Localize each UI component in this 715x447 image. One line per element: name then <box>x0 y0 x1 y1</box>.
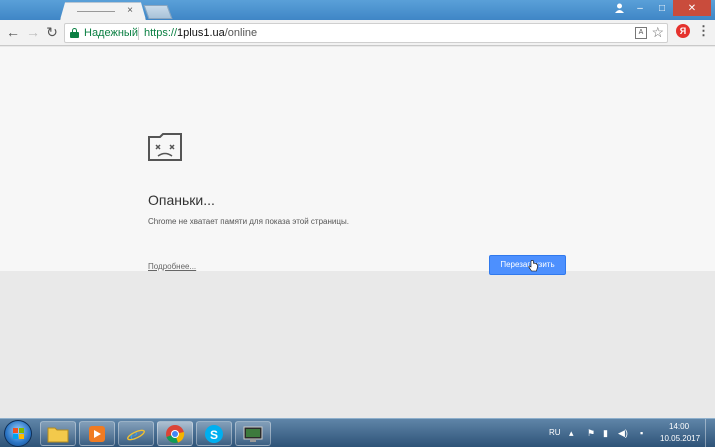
folder-icon <box>47 427 69 442</box>
omnibox-divider <box>138 27 139 40</box>
svg-text:S: S <box>210 428 218 442</box>
tray-flag-icon[interactable]: ⚑ <box>587 428 595 439</box>
hand-cursor-icon <box>528 260 538 272</box>
action-center-icon[interactable]: ▪ <box>640 428 643 438</box>
taskbar-internet-explorer[interactable]: e <box>118 421 154 446</box>
browser-toolbar: ← → ↻ Надежный https://1plus1.ua/online … <box>0 20 715 46</box>
windows-logo-icon <box>13 428 24 439</box>
title-bar: × – □ ✕ <box>0 0 715 20</box>
new-tab-button[interactable] <box>143 5 173 19</box>
taskbar-desktop[interactable] <box>235 421 271 446</box>
page-title: Опаньки... <box>148 192 215 208</box>
tray-chevron-icon[interactable]: ▴ <box>569 428 574 439</box>
clock-time[interactable]: 14:00 <box>669 422 689 431</box>
secure-label: Надежный <box>84 27 138 39</box>
language-indicator[interactable]: RU <box>549 428 561 437</box>
network-icon[interactable]: ▮ <box>603 428 608 439</box>
close-window-button[interactable]: ✕ <box>673 0 711 16</box>
reload-icon[interactable]: ↻ <box>44 24 60 40</box>
monitor-icon <box>243 426 263 442</box>
skype-icon: S <box>205 424 223 443</box>
taskbar: e S RU ▴ ⚑ ▮ ◀) ▪ 14:00 10.05.2017 <box>0 418 715 447</box>
tab-close-icon[interactable]: × <box>127 5 133 17</box>
error-message: Chrome не хватает памяти для показа этой… <box>148 217 349 226</box>
address-bar[interactable]: Надежный https://1plus1.ua/online A ☆ <box>64 23 668 43</box>
taskbar-skype[interactable]: S <box>196 421 232 446</box>
url-host: 1plus1.ua <box>177 27 225 39</box>
url-text: https://1plus1.ua/online <box>144 27 257 39</box>
url-path: /online <box>224 27 258 39</box>
tab-title-placeholder <box>77 11 115 12</box>
tab-active[interactable]: × <box>60 2 146 20</box>
minimize-button[interactable]: – <box>629 0 651 16</box>
taskbar-media-player[interactable] <box>79 421 115 446</box>
bookmark-star-icon[interactable]: ☆ <box>651 24 664 41</box>
taskbar-chrome[interactable] <box>157 421 193 446</box>
user-icon[interactable] <box>609 0 629 16</box>
translate-icon[interactable]: A <box>635 27 647 39</box>
forward-arrow-icon[interactable]: → <box>25 24 41 40</box>
taskbar-explorer[interactable] <box>40 421 76 446</box>
yandex-extension-icon[interactable]: Я <box>676 24 690 38</box>
start-button[interactable] <box>4 420 32 447</box>
volume-icon[interactable]: ◀) <box>618 428 628 439</box>
ie-icon: e <box>127 425 145 443</box>
lock-icon <box>70 28 79 38</box>
sad-tab-icon <box>148 133 182 161</box>
window-controls: – □ ✕ <box>609 0 711 18</box>
details-link[interactable]: Подробнее... <box>148 262 196 271</box>
back-arrow-icon[interactable]: ← <box>5 24 21 40</box>
page-content: Опаньки... Chrome не хватает памяти для … <box>0 47 715 275</box>
play-icon <box>89 425 105 442</box>
maximize-button[interactable]: □ <box>651 0 673 16</box>
url-scheme: https:// <box>144 27 178 39</box>
clock-date[interactable]: 10.05.2017 <box>660 434 700 443</box>
menu-kebab-icon[interactable]: ⋮ <box>697 23 710 39</box>
show-desktop-button[interactable] <box>705 419 715 447</box>
chrome-icon <box>166 424 185 443</box>
